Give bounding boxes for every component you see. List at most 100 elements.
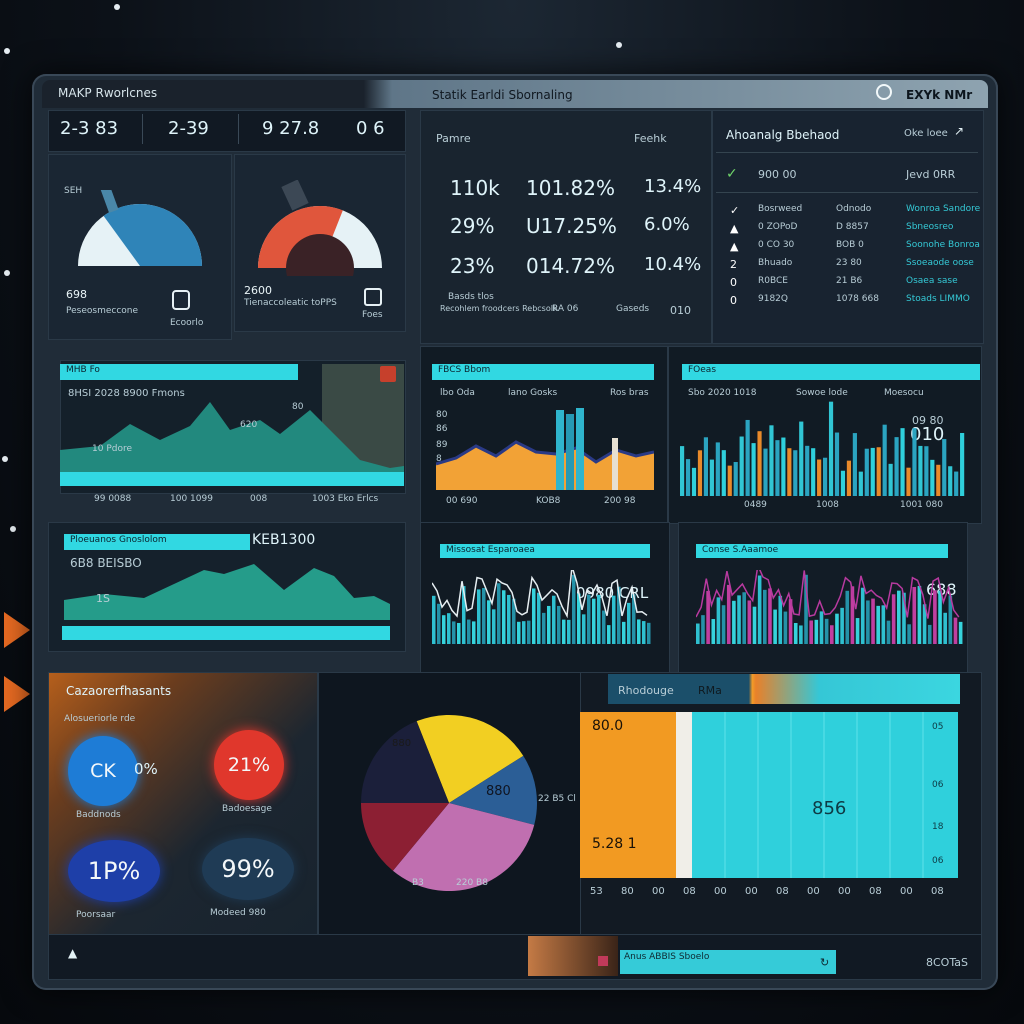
bar-white [676, 712, 692, 878]
metric-cell: 101.82% [526, 176, 615, 200]
gauge-value: 2600 [244, 284, 272, 297]
kpi-badge: CK [68, 736, 138, 806]
bar [924, 446, 929, 496]
pie-label: 880 [392, 738, 412, 749]
bar [442, 615, 446, 644]
bar [467, 619, 471, 644]
kpi-suffix: 0% [134, 760, 158, 778]
star [4, 270, 10, 276]
bar [845, 590, 850, 644]
bar [562, 619, 566, 644]
activity-sub: Jevd 0RR [906, 168, 956, 181]
chart-header-label: Conse S.Aaamoe [702, 545, 779, 555]
bar [783, 611, 788, 644]
activity-row-icon: ▲ [730, 222, 739, 235]
divider [142, 114, 143, 144]
bar-value: 856 [812, 798, 847, 819]
bar [773, 609, 777, 644]
activity-cell: R0BCE [758, 276, 788, 286]
metric-cell: 13.4% [644, 176, 702, 197]
bar [781, 437, 786, 496]
activity-cell: Ssoeaode oose [906, 258, 974, 268]
bar [607, 625, 611, 644]
bar [835, 613, 839, 644]
tab-item[interactable]: RMa [698, 684, 722, 697]
axis-label: 100 1099 [170, 494, 213, 504]
kpi-badge: 21% [214, 730, 284, 800]
bar [942, 439, 947, 496]
bar [866, 600, 870, 644]
axis-label: 08 [776, 886, 789, 897]
chart-label: Ros bras [610, 388, 649, 398]
bar [711, 619, 716, 644]
activity-row-icon: 0 [730, 294, 737, 307]
link-icon[interactable]: ↻ [820, 956, 829, 969]
bar [537, 592, 541, 644]
expand-icon[interactable]: ↗ [954, 124, 964, 138]
chart-header: Conse S.Aaamoe [696, 544, 948, 558]
metrics-foot: Basds tlos [448, 292, 494, 302]
chart-label: Moesocu [884, 388, 924, 398]
bar [576, 408, 584, 490]
tab-item[interactable]: Rhodouge [618, 684, 674, 697]
activity-row-icon: 2 [730, 258, 737, 271]
bar [927, 624, 932, 644]
bar [907, 624, 911, 644]
chart-header-label: Ploeuanos Gnoslolom [70, 535, 167, 545]
bar [716, 597, 721, 644]
activity-cell: D 8857 [836, 222, 869, 232]
chart-header-label: FOeas [688, 365, 717, 375]
bar [871, 598, 875, 644]
bar [597, 594, 601, 644]
gauge-chart [78, 190, 202, 266]
bar [814, 619, 819, 644]
kpi-subtitle: Alosueriorle rde [64, 714, 136, 724]
metric-cell: 29% [450, 214, 495, 238]
bar [737, 595, 741, 644]
chart-header-label: MHB Fo [66, 365, 100, 375]
axis-label: 80 [621, 886, 634, 897]
activity-sub: 900 00 [758, 168, 797, 181]
bar [876, 447, 881, 496]
stat-d: 0 6 [356, 118, 385, 139]
footer-label: Anus ABBIS Sboelo [624, 952, 710, 962]
bar [894, 437, 899, 496]
stat-c: 9 27.8 [262, 118, 320, 139]
bar [637, 619, 641, 644]
bar [612, 438, 618, 490]
bar [742, 592, 746, 644]
metrics-foot: RA 06 [552, 304, 579, 314]
bar [840, 607, 844, 644]
gauge-caption: Peseosmeccone [66, 306, 139, 316]
axis-label: 1001 080 [900, 500, 943, 510]
bar [917, 585, 922, 644]
app-title: MAKP Rworlcnes [58, 86, 158, 100]
metric-cell: 014.72% [526, 254, 615, 278]
bar-value: 80.0 [592, 718, 624, 734]
bar [556, 410, 564, 490]
badge-icon [598, 956, 608, 966]
activity-cell: 23 80 [836, 258, 862, 268]
activity-cell: Odnodo [836, 204, 872, 214]
stat-a: 2-3 83 [60, 118, 119, 139]
bar [542, 612, 546, 644]
star [4, 48, 10, 54]
bar [507, 594, 511, 644]
bar [757, 431, 762, 496]
bar [752, 606, 757, 644]
bar [763, 448, 768, 496]
trend-icon: ✓ [726, 166, 738, 182]
refresh-icon[interactable] [876, 84, 892, 100]
chart-label: Sowoe lode [796, 388, 848, 398]
bar [799, 421, 804, 496]
chart-header: Ploeuanos Gnoslolom [64, 534, 250, 550]
bar [527, 620, 531, 644]
chart-big-value: KEB1300 [252, 532, 316, 548]
window-actions[interactable]: EXYk NMr [906, 88, 972, 102]
bar [763, 589, 767, 644]
home-icon[interactable]: ▲ [68, 946, 77, 960]
bar [799, 625, 803, 644]
activity-cell: 0 ZOPoD [758, 222, 798, 232]
axis-label: 08 [931, 886, 944, 897]
pie-chart [361, 715, 537, 891]
